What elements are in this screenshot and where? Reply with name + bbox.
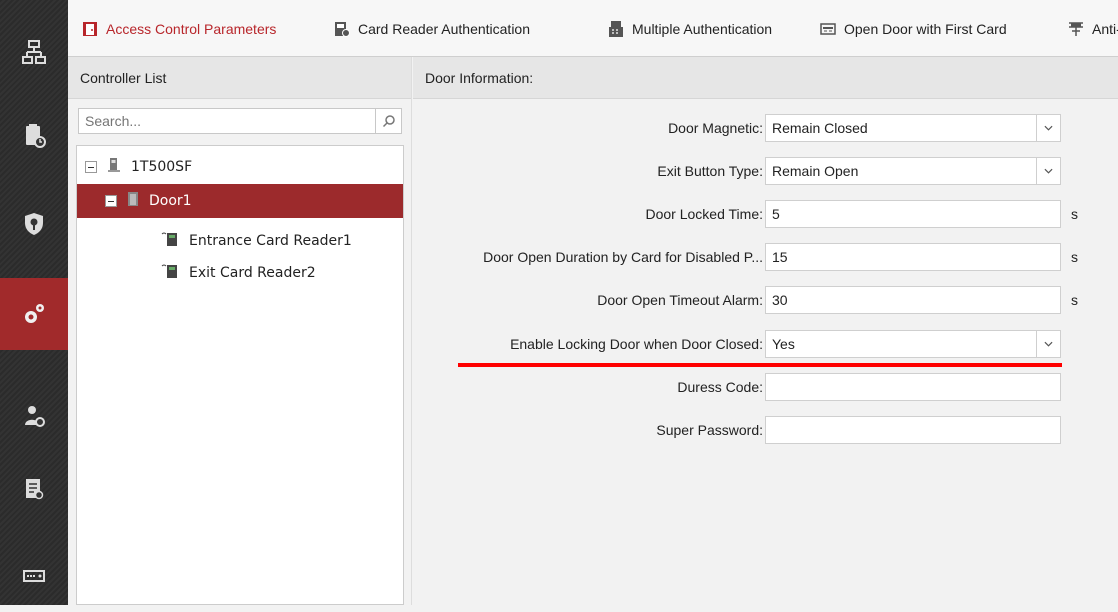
search-icon[interactable]: [375, 109, 401, 133]
tab-card-reader-authentication[interactable]: Card Reader Authentication: [334, 14, 530, 44]
enable-locking-row: Enable Locking Door when Door Closed: Ye…: [413, 330, 1118, 358]
collapse-icon[interactable]: [85, 161, 97, 173]
enable-locking-select[interactable]: Yes: [765, 330, 1061, 358]
search-input[interactable]: [79, 109, 369, 133]
person-camera-icon[interactable]: [0, 380, 68, 452]
super-password-input[interactable]: [765, 416, 1061, 444]
controller-icon: [107, 157, 121, 177]
unit-seconds: s: [1071, 206, 1078, 222]
search-box: [78, 108, 402, 134]
card-reader-icon: [334, 21, 350, 37]
device-tree-icon[interactable]: [0, 16, 68, 88]
device-icon[interactable]: [0, 540, 68, 612]
tree-node-exit-card-reader2[interactable]: Exit Card Reader2: [161, 256, 401, 290]
card-reader-icon: [161, 231, 179, 251]
tree-node-door1[interactable]: Door1: [77, 184, 403, 218]
controller-list-header: Controller List: [68, 57, 411, 99]
red-underline-annotation: [458, 363, 1062, 367]
left-navigation: [0, 0, 68, 605]
anti-passback-icon: [1068, 21, 1084, 37]
tab-bar: Access Control Parameters Card Reader Au…: [68, 0, 1118, 57]
unit-seconds: s: [1071, 292, 1078, 308]
controller-list-panel: Controller List 1T500SF Door1 Entrance C…: [68, 57, 412, 605]
unit-seconds: s: [1071, 249, 1078, 265]
door-icon: [82, 21, 98, 37]
card-reader-icon: [161, 263, 179, 283]
door-open-timeout-input[interactable]: 30: [765, 286, 1061, 314]
door-open-timeout-row: Door Open Timeout Alarm: 30 s: [413, 286, 1118, 314]
exit-button-type-select[interactable]: Remain Open: [765, 157, 1061, 185]
controller-tree: 1T500SF Door1 Entrance Card Reader1 Exit…: [76, 145, 404, 605]
tab-anti-passback[interactable]: Anti-passback: [1068, 14, 1118, 44]
tab-multiple-authentication[interactable]: Multiple Authentication: [608, 14, 772, 44]
tree-node-controller[interactable]: 1T500SF: [85, 150, 395, 184]
door-magnetic-select[interactable]: Remain Closed: [765, 114, 1061, 142]
chevron-down-icon: [1036, 158, 1060, 184]
door-information-header: Door Information:: [413, 57, 1118, 99]
door-icon: [127, 191, 139, 211]
chevron-down-icon: [1036, 331, 1060, 357]
door-locked-time-input[interactable]: 5: [765, 200, 1061, 228]
collapse-icon[interactable]: [105, 195, 117, 207]
door-information-panel: Door Information: Door Magnetic: Remain …: [413, 57, 1118, 605]
door-locked-time-row: Door Locked Time: 5 s: [413, 200, 1118, 228]
duress-code-row: Duress Code:: [413, 373, 1118, 401]
door-magnetic-row: Door Magnetic: Remain Closed: [413, 114, 1118, 142]
security-icon[interactable]: [0, 188, 68, 260]
tab-access-control-parameters[interactable]: Access Control Parameters: [82, 14, 276, 44]
tab-open-door-first-card[interactable]: Open Door with First Card: [820, 14, 1007, 44]
duress-code-input[interactable]: [765, 373, 1061, 401]
disabled-open-duration-input[interactable]: 15: [765, 243, 1061, 271]
super-password-row: Super Password:: [413, 416, 1118, 444]
tree-node-entrance-card-reader1[interactable]: Entrance Card Reader1: [161, 224, 401, 258]
multi-auth-icon: [608, 21, 624, 37]
log-search-icon[interactable]: [0, 453, 68, 525]
settings-gears-icon[interactable]: [0, 278, 68, 350]
schedule-icon[interactable]: [0, 100, 68, 172]
chevron-down-icon: [1036, 115, 1060, 141]
exit-button-type-row: Exit Button Type: Remain Open: [413, 157, 1118, 185]
first-card-icon: [820, 21, 836, 37]
disabled-open-duration-row: Door Open Duration by Card for Disabled …: [413, 243, 1118, 271]
